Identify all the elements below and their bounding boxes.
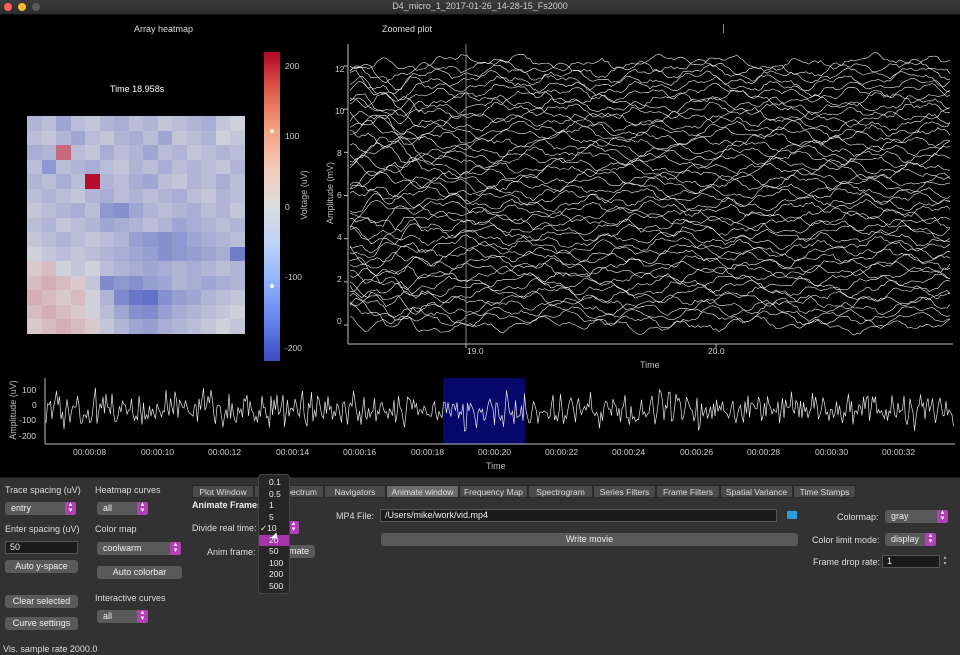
interactive-curves-select[interactable]: all ▴ ▾ xyxy=(97,609,148,623)
chevron-updown-icon: ▴ ▾ xyxy=(65,501,76,515)
tab-series-filters[interactable]: Series Filters xyxy=(593,485,656,498)
auto-colorbar-button[interactable]: Auto colorbar xyxy=(97,566,182,579)
navigator-x-tick: 00:00:12 xyxy=(208,447,242,457)
dropdown-option[interactable]: 100 xyxy=(259,558,289,569)
mp4-file-label: MP4 File: xyxy=(336,511,375,521)
divide-real-time-label: Divide real time: xyxy=(192,523,257,533)
navigator-x-tick: 00:00:32 xyxy=(882,447,916,457)
dropdown-option[interactable]: 500 xyxy=(259,581,289,592)
mp4-file-input[interactable]: /Users/mike/work/vid.mp4 xyxy=(380,509,777,522)
dropdown-option[interactable]: 50 xyxy=(259,546,289,557)
tab-frame-filters[interactable]: Frame Filters xyxy=(656,485,720,498)
interactive-curves-value: all xyxy=(103,611,113,621)
animate-frames-title: Animate Frames xyxy=(192,500,263,510)
sample-rate-status: Vis. sample rate 2000.0 xyxy=(3,644,98,654)
color-map-value: coolwarm xyxy=(103,543,142,553)
navigator-x-tick: 00:00:10 xyxy=(141,447,175,457)
tab-time-stamps[interactable]: Time Stamps xyxy=(793,485,856,498)
chevron-updown-icon: ▴ ▾ xyxy=(937,509,948,523)
tab-plot-window[interactable]: Plot Window xyxy=(192,485,254,498)
navigator-y-tick: -100 xyxy=(19,415,37,425)
trace-spacing-label: Trace spacing (uV) xyxy=(5,485,81,495)
colormap-label: Colormap: xyxy=(837,512,879,522)
chevron-updown-icon: ▴ ▾ xyxy=(137,501,148,515)
navigator-y-label: Amplitude (uV) xyxy=(8,380,18,440)
chevron-updown-icon: ▴ ▾ xyxy=(170,541,181,555)
navigator-x-tick: 00:00:20 xyxy=(478,447,512,457)
trace-spacing-value: entry xyxy=(11,503,32,513)
navigator-x-tick: 00:00:14 xyxy=(276,447,310,457)
color-map-select[interactable]: coolwarm ▴ ▾ xyxy=(97,541,181,555)
navigator-x-tick: 00:00:30 xyxy=(815,447,849,457)
navigator-x-tick: 00:00:24 xyxy=(612,447,646,457)
folder-icon[interactable] xyxy=(787,511,797,519)
trace-spacing-select[interactable]: entry ▴ ▾ xyxy=(5,501,76,515)
dropdown-option[interactable]: ✓10 xyxy=(259,523,289,534)
dropdown-option[interactable]: 0.1 xyxy=(259,477,289,488)
tab-animate-window[interactable]: Animate window xyxy=(386,485,459,498)
curve-settings-button[interactable]: Curve settings xyxy=(5,617,78,630)
frame-drop-stepper[interactable]: ▴ ▾ xyxy=(941,555,949,568)
clear-selected-button[interactable]: Clear selected xyxy=(5,595,78,608)
enter-spacing-input[interactable]: 50 xyxy=(5,541,78,554)
auto-yspace-button[interactable]: Auto y-space xyxy=(5,560,78,573)
heatmap-curves-label: Heatmap curves xyxy=(95,485,161,495)
navigator-y-tick: -200 xyxy=(19,431,37,441)
dropdown-option[interactable]: 200 xyxy=(259,569,289,580)
chevron-updown-icon: ▴ ▾ xyxy=(925,532,936,546)
chevron-updown-icon: ▴ ▾ xyxy=(137,609,148,623)
color-limit-mode-select[interactable]: display ▴ ▾ xyxy=(885,532,936,546)
navigator-x-label: Time xyxy=(486,461,506,471)
navigator-x-tick: 00:00:26 xyxy=(680,447,714,457)
dropdown-option[interactable]: 0.5 xyxy=(259,489,289,500)
navigator-x-tick: 00:00:08 xyxy=(73,447,107,457)
tab-navigators[interactable]: Navigators xyxy=(324,485,386,498)
tab-spatial-variance[interactable]: Spatial Variance xyxy=(720,485,793,498)
tab-spectrogram[interactable]: Spectrogram xyxy=(528,485,593,498)
navigator-x-tick: 00:00:22 xyxy=(545,447,579,457)
navigator-y-tick: 0 xyxy=(32,400,37,410)
tab-frequency-map[interactable]: Frequency Map xyxy=(459,485,528,498)
navigator-x-tick: 00:00:18 xyxy=(411,447,445,457)
colormap-value: gray xyxy=(891,511,909,521)
write-movie-button[interactable]: Write movie xyxy=(381,533,798,546)
heatmap-curves-value: all xyxy=(103,503,113,513)
interactive-curves-label: Interactive curves xyxy=(95,593,166,603)
enter-spacing-label: Enter spacing (uV) xyxy=(5,524,80,534)
heatmap-curves-select[interactable]: all ▴ ▾ xyxy=(97,501,148,515)
navigator-plot[interactable] xyxy=(0,0,960,477)
color-limit-mode-label: Color limit mode: xyxy=(812,535,880,545)
color-limit-mode-value: display xyxy=(891,534,920,544)
dropdown-option[interactable]: 1 xyxy=(259,500,289,511)
anim-frame-label: Anim frame: xyxy=(207,547,256,557)
colormap-select[interactable]: gray ▴ ▾ xyxy=(885,509,948,523)
frame-drop-rate-label: Frame drop rate: xyxy=(813,557,881,567)
dropdown-option[interactable]: 5 xyxy=(259,512,289,523)
navigator-y-tick: 100 xyxy=(22,385,37,395)
color-map-label: Color map xyxy=(95,524,137,534)
frame-drop-rate-input[interactable]: 1 xyxy=(882,555,940,568)
navigator-x-tick: 00:00:28 xyxy=(747,447,781,457)
navigator-x-tick: 00:00:16 xyxy=(343,447,377,457)
